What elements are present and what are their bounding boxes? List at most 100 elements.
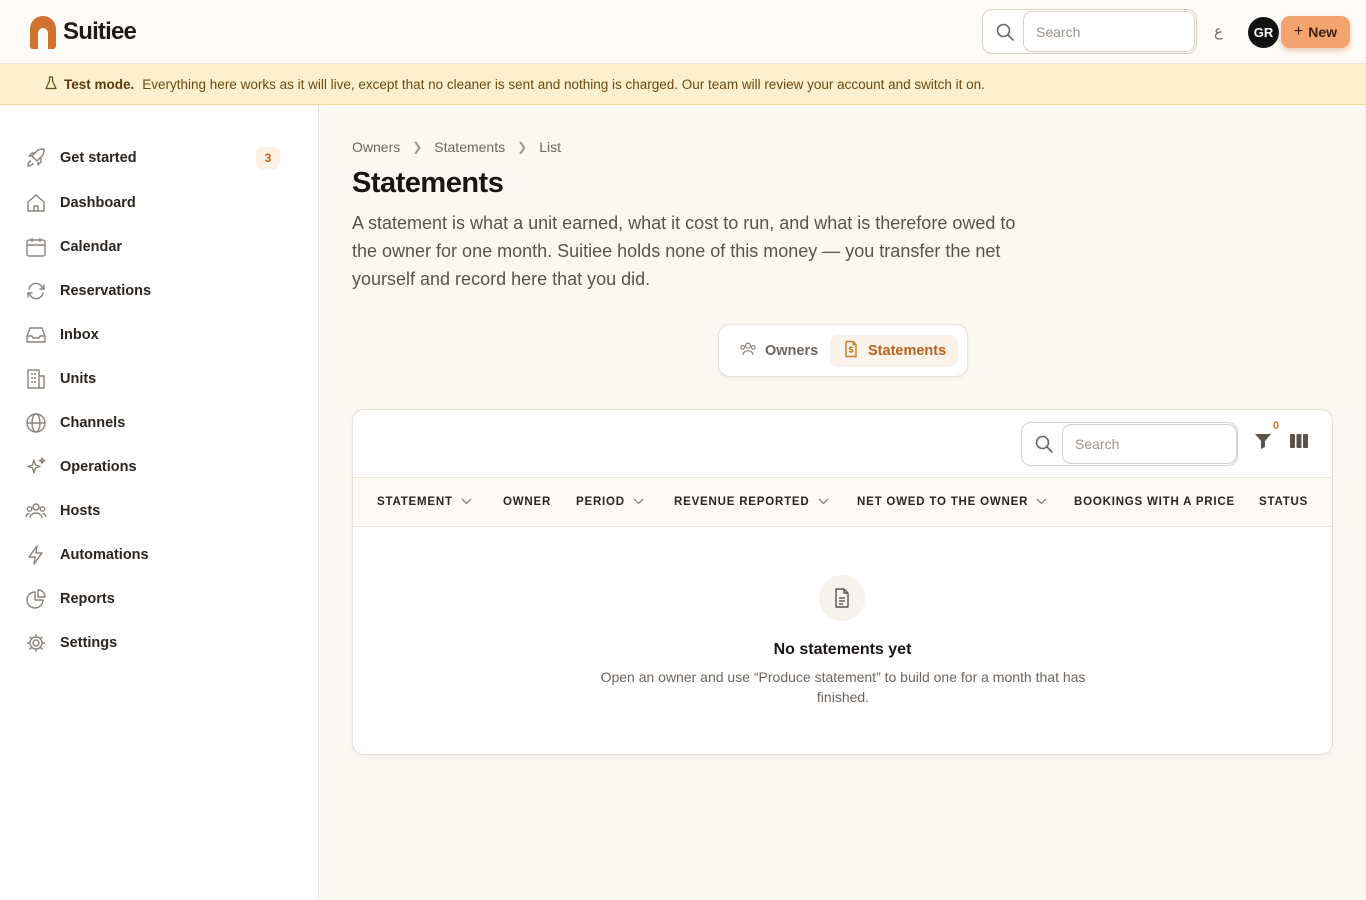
new-button[interactable]: + New — [1281, 16, 1350, 48]
empty-state-text: Open an owner and use “Produce statement… — [600, 669, 1086, 705]
table-header: STATEMENT OWNER PERIOD REVENUE REPORTED … — [353, 477, 1332, 527]
breadcrumb-list: List — [539, 139, 561, 155]
globe-icon — [24, 411, 48, 435]
chevron-right-icon: ❯ — [412, 140, 423, 154]
sidebar-item-automations[interactable]: Automations — [24, 540, 284, 570]
sidebar-item-reports[interactable]: Reports — [24, 584, 284, 614]
empty-state: No statements yet Open an owner and use … — [353, 527, 1332, 755]
calendar-icon — [24, 235, 48, 259]
plus-icon: + — [1293, 23, 1304, 40]
refresh-icon — [24, 279, 48, 303]
empty-state-title: No statements yet — [773, 641, 912, 658]
chevron-down-icon — [461, 496, 472, 508]
sparkles-icon — [24, 455, 48, 479]
sidebar-item-calendar[interactable]: Calendar — [24, 232, 284, 262]
sidebar: Get started 3 Dashboard Calendar Reserva… — [0, 105, 319, 900]
breadcrumb-owners[interactable]: Owners — [352, 139, 400, 155]
sidebar-item-channels[interactable]: Channels — [24, 408, 284, 438]
tab-owners[interactable]: Owners — [727, 335, 830, 367]
banner-title: Test mode. — [64, 76, 135, 92]
new-button-label: New — [1308, 24, 1338, 40]
columns-icon — [1290, 433, 1308, 454]
sidebar-item-hosts[interactable]: Hosts — [24, 496, 284, 526]
document-dollar-icon — [842, 340, 860, 362]
page-description: A statement is what a unit earned, what … — [352, 213, 1016, 289]
sidebar-item-settings[interactable]: Settings — [24, 628, 284, 658]
flask-icon — [44, 75, 58, 93]
bolt-icon — [24, 543, 48, 567]
sidebar-item-label: Units — [60, 371, 97, 387]
sidebar-item-label: Reports — [60, 591, 115, 607]
sidebar-item-label: Operations — [60, 459, 137, 475]
global-search — [982, 9, 1197, 54]
pie-chart-icon — [24, 587, 48, 611]
search-icon — [995, 22, 1015, 47]
gear-icon — [24, 631, 48, 655]
sidebar-item-label: Get started — [60, 150, 137, 166]
sidebar-item-label: Channels — [60, 415, 126, 431]
table-search — [1021, 422, 1238, 466]
filter-icon — [1254, 432, 1272, 455]
tab-statements[interactable]: Statements — [830, 335, 959, 367]
chevron-down-icon — [1036, 496, 1047, 508]
sidebar-item-dashboard[interactable]: Dashboard — [24, 188, 284, 218]
statements-table-card: 0 STATEMENT OWNER PERIOD REVENUE REPORTE… — [352, 409, 1333, 755]
sidebar-item-label: Reservations — [60, 283, 152, 299]
column-label: BOOKINGS WITH A PRICE — [1074, 496, 1235, 508]
logo[interactable]: Suitiee — [30, 15, 137, 49]
sidebar-item-label: Settings — [60, 635, 118, 651]
page-title: Statements — [352, 167, 504, 199]
chevron-down-icon — [818, 496, 829, 508]
sidebar-item-label: Automations — [60, 547, 149, 563]
count-badge: 3 — [256, 147, 280, 169]
tab-label: Statements — [868, 343, 947, 359]
sidebar-item-inbox[interactable]: Inbox — [24, 320, 284, 350]
avatar[interactable]: GR — [1248, 17, 1279, 48]
sidebar-item-operations[interactable]: Operations — [24, 452, 284, 482]
column-header-owner[interactable]: OWNER — [503, 478, 551, 526]
column-header-statement[interactable]: STATEMENT — [377, 478, 472, 526]
column-header-bookings-with-price[interactable]: BOOKINGS WITH A PRICE — [1074, 478, 1235, 526]
test-mode-banner: Test mode. Everything here works as it w… — [0, 64, 1366, 105]
top-bar: Suitiee ع GR + New — [0, 0, 1366, 64]
language-switch[interactable]: ع — [1214, 22, 1223, 40]
column-header-revenue-reported[interactable]: REVENUE REPORTED — [674, 478, 829, 526]
home-icon — [24, 191, 48, 215]
sidebar-item-label: Hosts — [60, 503, 101, 519]
column-header-status[interactable]: STATUS — [1259, 478, 1308, 526]
filter-count-badge: 0 — [1273, 420, 1280, 432]
users-icon — [739, 340, 757, 362]
column-label: STATEMENT — [377, 496, 453, 508]
sidebar-item-reservations[interactable]: Reservations — [24, 276, 284, 306]
column-label: REVENUE REPORTED — [674, 496, 810, 508]
sidebar-item-get-started[interactable]: Get started 3 — [24, 143, 284, 173]
chevron-down-icon — [633, 496, 644, 508]
main-content: Owners ❯ Statements ❯ List Statements A … — [320, 105, 1366, 900]
inbox-icon — [24, 323, 48, 347]
sidebar-item-label: Calendar — [60, 239, 123, 255]
columns-button[interactable] — [1288, 433, 1310, 453]
sidebar-item-label: Inbox — [60, 327, 99, 343]
sidebar-item-label: Dashboard — [60, 195, 136, 211]
section-tabs: Owners Statements — [718, 324, 968, 377]
breadcrumb: Owners ❯ Statements ❯ List — [352, 139, 561, 155]
banner-message: Everything here works as it will live, e… — [142, 76, 985, 92]
global-search-input[interactable] — [1023, 11, 1195, 52]
column-label: OWNER — [503, 496, 552, 508]
column-header-net-owed[interactable]: NET OWED TO THE OWNER — [857, 478, 1047, 526]
search-icon — [1034, 434, 1054, 459]
users-icon — [24, 499, 48, 523]
sidebar-item-units[interactable]: Units — [24, 364, 284, 394]
building-icon — [24, 367, 48, 391]
logo-mark-icon — [30, 15, 56, 49]
column-header-period[interactable]: PERIOD — [576, 478, 644, 526]
column-label: PERIOD — [576, 496, 625, 508]
document-icon — [819, 575, 865, 621]
column-label: NET OWED TO THE OWNER — [857, 496, 1029, 508]
rocket-icon — [24, 146, 48, 170]
chevron-right-icon: ❯ — [517, 140, 528, 154]
table-search-input[interactable] — [1062, 424, 1237, 464]
breadcrumb-statements[interactable]: Statements — [434, 139, 505, 155]
filter-button[interactable] — [1252, 432, 1274, 454]
tab-label: Owners — [765, 343, 819, 359]
